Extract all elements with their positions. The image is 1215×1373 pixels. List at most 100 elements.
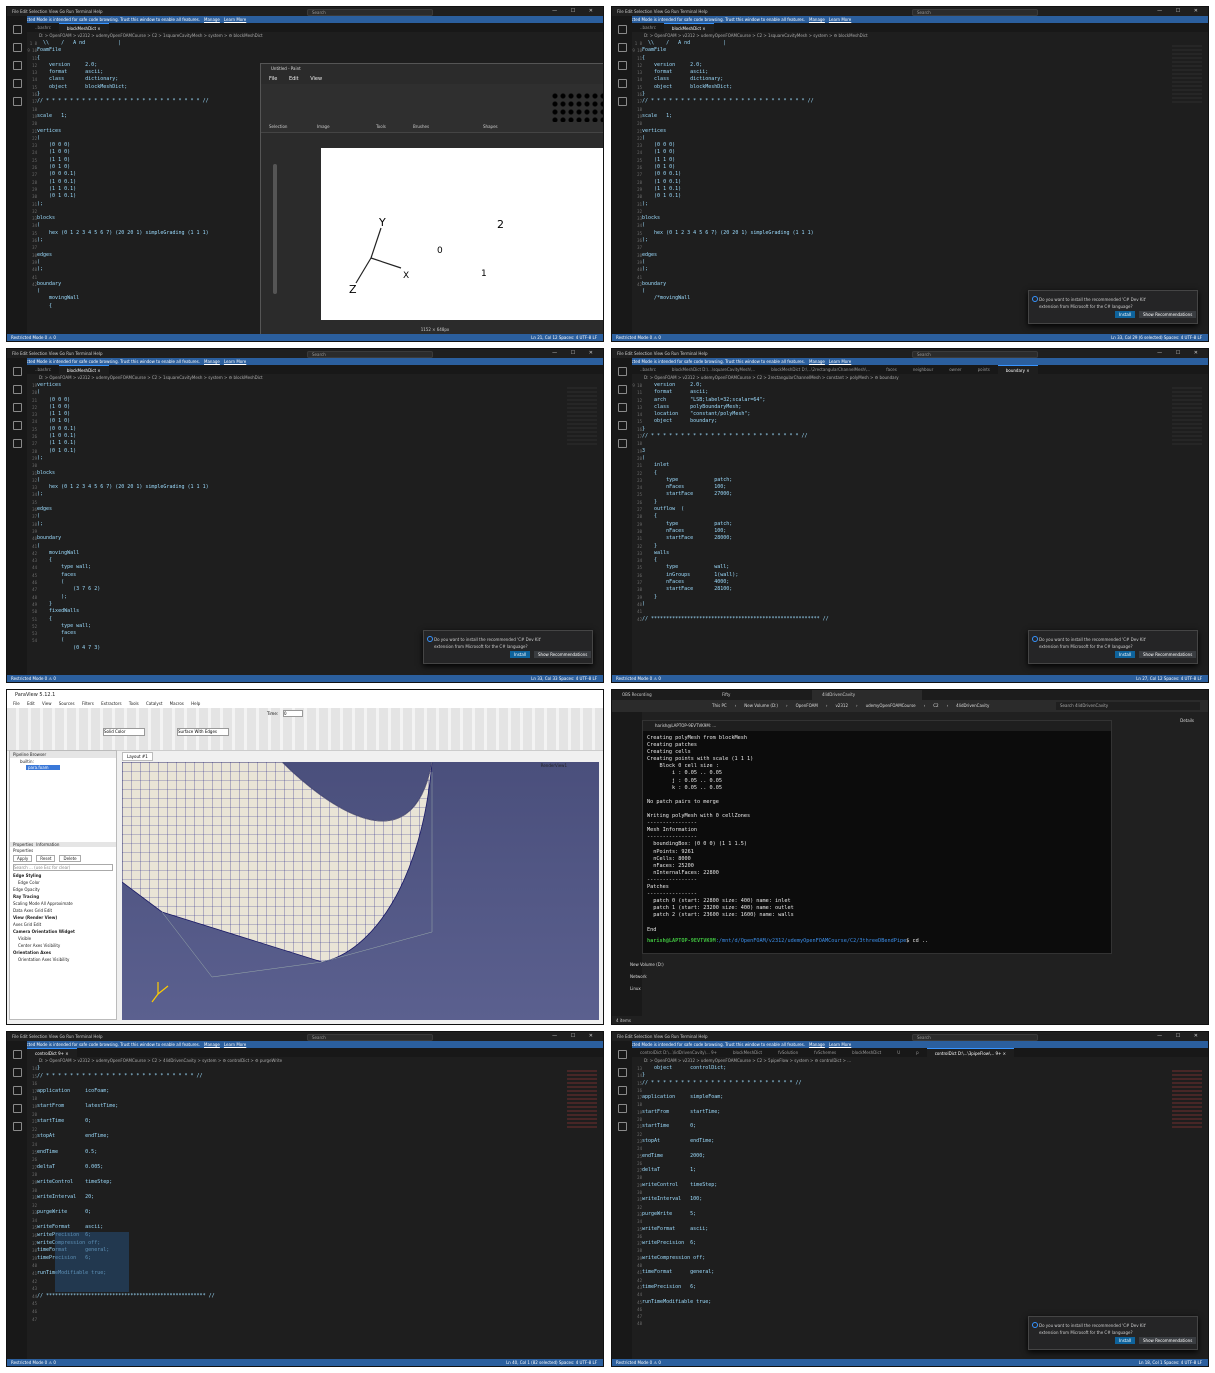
- search-box[interactable]: Search: [307, 1034, 433, 1041]
- run-icon[interactable]: [617, 421, 627, 430]
- tab-fvschemes[interactable]: fvSchemes: [806, 1048, 844, 1057]
- representation-select[interactable]: Surface With Edges: [177, 728, 229, 736]
- install-button[interactable]: Install: [1115, 311, 1136, 318]
- source-control-icon[interactable]: [617, 403, 627, 412]
- solid-color-select[interactable]: Solid Color: [103, 728, 145, 736]
- activity-bar[interactable]: [612, 358, 632, 675]
- manage-link[interactable]: Manage: [809, 17, 825, 22]
- code-editor[interactable]: } // * * * * * * * * * * * * * * * * * *…: [37, 1065, 563, 1358]
- search-icon[interactable]: [12, 385, 22, 394]
- minimap[interactable]: [1172, 387, 1202, 447]
- install-button[interactable]: Install: [1115, 1337, 1136, 1344]
- explorer-icon[interactable]: [617, 25, 627, 34]
- render-tab[interactable]: Layout #1: [122, 752, 153, 761]
- prop-row[interactable]: Data Axes Grid Edit: [10, 907, 116, 914]
- manage-link[interactable]: Manage: [204, 359, 220, 364]
- show-recommendations-button[interactable]: Show Recommendations: [1139, 651, 1197, 658]
- code-editor[interactable]: object controlDict; } // * * * * * * * *…: [642, 1065, 1168, 1358]
- manage-link[interactable]: Manage: [809, 1042, 825, 1047]
- crumb-item[interactable]: 4lidDrivenCavity: [956, 700, 989, 712]
- render-view[interactable]: [121, 761, 599, 1020]
- explorer-search[interactable]: Search 4lidDrivenCavity: [1056, 702, 1200, 710]
- delete-button[interactable]: Delete: [59, 855, 81, 862]
- prop-row[interactable]: Axes Grid Edit: [10, 921, 116, 928]
- extensions-icon[interactable]: [617, 97, 627, 106]
- window-controls[interactable]: — ☐ ✕: [1157, 8, 1204, 14]
- color-palette[interactable]: [551, 92, 603, 122]
- prop-row[interactable]: Edge Opacity: [10, 886, 116, 893]
- install-button[interactable]: Install: [1115, 651, 1136, 658]
- activity-bar[interactable]: [612, 1041, 632, 1359]
- run-icon[interactable]: [12, 79, 22, 88]
- learn-more-link[interactable]: Learn More: [224, 17, 246, 22]
- paraview-menu[interactable]: File Edit View Sources Filters Extractor…: [7, 700, 603, 708]
- show-recommendations-button[interactable]: Show Recommendations: [1139, 311, 1197, 318]
- learn-more-link[interactable]: Learn More: [829, 1042, 851, 1047]
- search-icon[interactable]: [617, 385, 627, 394]
- crumb-item[interactable]: OpenFOAM: [796, 700, 818, 712]
- nav-pane[interactable]: [612, 712, 642, 1016]
- learn-more-link[interactable]: Learn More: [224, 1042, 246, 1047]
- search-icon[interactable]: [617, 43, 627, 52]
- menu-bar[interactable]: File Edit Selection View Go Run Terminal…: [617, 351, 708, 356]
- breadcrumb[interactable]: D: > OpenFOAM > v2312 > udemyOpenFOAMCou…: [37, 1057, 603, 1064]
- run-icon[interactable]: [12, 421, 22, 430]
- nav-item[interactable]: Network: [630, 974, 647, 979]
- minimap[interactable]: [567, 387, 597, 447]
- tab-controldict-1[interactable]: controlDict D:\...\lidDrivenCavity\... 9…: [632, 1048, 725, 1057]
- reset-button[interactable]: Reset: [36, 855, 56, 862]
- activity-bar[interactable]: [7, 358, 27, 675]
- paint-ribbon[interactable]: Selection Image Tools Brushes Shapes: [261, 84, 603, 133]
- explorer-icon[interactable]: [617, 1050, 627, 1059]
- breadcrumb[interactable]: D: > OpenFOAM > v2312 > udemyOpenFOAMCou…: [642, 32, 1208, 39]
- explorer-tab[interactable]: 4lidDrivenCavity: [812, 690, 922, 700]
- prop-row[interactable]: Scaling Mode All Approximate: [10, 900, 116, 907]
- extensions-icon[interactable]: [617, 439, 627, 448]
- tab-controldict[interactable]: controlDict 9+ ×: [27, 1048, 77, 1057]
- tab-blockmeshdict[interactable]: blockMeshDict ×: [58, 365, 109, 374]
- explorer-icon[interactable]: [12, 367, 22, 376]
- source-control-icon[interactable]: [12, 1086, 22, 1095]
- tab-controldict-2[interactable]: controlDict D:\...\3pipeFlow\... 9+ ×: [926, 1048, 1015, 1057]
- details-button[interactable]: Details: [1180, 718, 1194, 723]
- tab-bashrc[interactable]: ..bashrc: [27, 23, 59, 32]
- tab-owner[interactable]: owner: [941, 365, 969, 374]
- run-icon[interactable]: [12, 1104, 22, 1113]
- paint-menu[interactable]: File Edit View: [261, 74, 603, 84]
- prop-row[interactable]: Visible: [10, 935, 116, 942]
- window-controls[interactable]: — ☐ ✕: [1157, 350, 1204, 356]
- apply-button[interactable]: Apply: [13, 855, 33, 862]
- search-box[interactable]: Search: [912, 351, 1038, 358]
- extensions-icon[interactable]: [12, 1122, 22, 1131]
- menu-bar[interactable]: File Edit Selection View Go Run Terminal…: [617, 9, 708, 14]
- nav-item[interactable]: New Volume (D:): [630, 962, 664, 967]
- search-icon[interactable]: [617, 1068, 627, 1077]
- learn-more-link[interactable]: Learn More: [224, 359, 246, 364]
- source-control-icon[interactable]: [617, 1086, 627, 1095]
- window-controls[interactable]: — ☐ ✕: [552, 350, 599, 356]
- window-controls[interactable]: — ☐ ✕: [552, 8, 599, 14]
- manage-link[interactable]: Manage: [204, 17, 220, 22]
- pipeline-builtin[interactable]: builtin:: [10, 758, 116, 765]
- crumb-item[interactable]: C2: [933, 700, 938, 712]
- extensions-icon[interactable]: [12, 439, 22, 448]
- paraview-toolbar[interactable]: Time: 0 Solid Color Surface With Edges: [7, 708, 603, 751]
- tab-neighbour[interactable]: neighbour: [905, 365, 941, 374]
- tab-blockmeshdict-2[interactable]: blockMeshDict: [844, 1048, 889, 1057]
- manage-link[interactable]: Manage: [204, 1042, 220, 1047]
- minimap[interactable]: [1172, 1070, 1202, 1130]
- explorer-icon[interactable]: [12, 1050, 22, 1059]
- breadcrumb[interactable]: D: > OpenFOAM > v2312 > udemyOpenFOAMCou…: [642, 374, 1208, 381]
- run-icon[interactable]: [617, 1104, 627, 1113]
- terminal-prompt[interactable]: harish@LAPTOP-9EVTVK9M:/mnt/d/OpenFOAM/v…: [643, 938, 1111, 949]
- activity-bar[interactable]: [7, 16, 27, 334]
- tab-bashrc[interactable]: ..bashrc: [27, 365, 59, 374]
- tab-information[interactable]: Information: [36, 842, 59, 847]
- menu-bar[interactable]: File Edit Selection View Go Run Terminal…: [12, 1034, 103, 1039]
- tab-blockmeshdict-2[interactable]: blockMeshDict D:\...\2rectangularChannel…: [763, 365, 878, 374]
- tab-u[interactable]: U: [889, 1048, 908, 1057]
- prop-row[interactable]: Edge Color: [10, 879, 116, 886]
- learn-more-link[interactable]: Learn More: [829, 359, 851, 364]
- menu-bar[interactable]: File Edit Selection View Go Run Terminal…: [12, 351, 103, 356]
- search-box[interactable]: Search: [307, 351, 433, 358]
